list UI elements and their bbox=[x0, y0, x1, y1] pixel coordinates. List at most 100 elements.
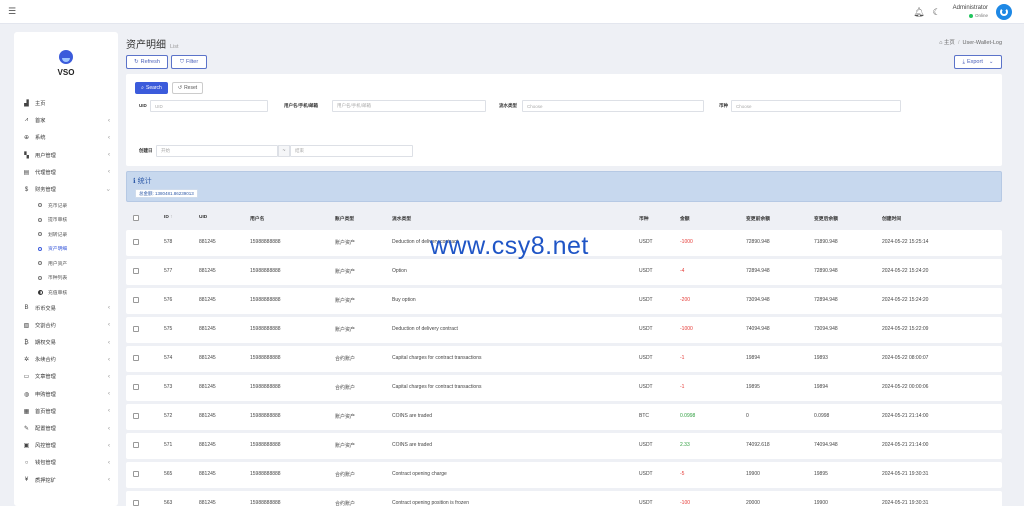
reset-button[interactable]: ↺ Reset bbox=[172, 82, 203, 94]
cell-amount: -1000 bbox=[680, 239, 693, 245]
col-account-type: 账户类型 bbox=[335, 217, 355, 222]
sidebar-item[interactable]: ▤ 代理管理 ‹ bbox=[14, 164, 118, 181]
sidebar-item[interactable]: ○ 钱包管理 ‹ bbox=[14, 454, 118, 471]
type-select[interactable]: Choose bbox=[522, 100, 704, 112]
table-row[interactable]: 575 881245 15988888888 账户资产 Deduction of del… bbox=[126, 317, 1002, 343]
cell-id: 565 bbox=[164, 471, 173, 477]
sidebar-item-label: 申购管理 bbox=[35, 391, 56, 398]
row-checkbox[interactable] bbox=[133, 471, 139, 477]
sidebar-item-label: 财务管理 bbox=[35, 187, 56, 194]
sidebar-subitem-label: 币种列表 bbox=[48, 276, 68, 282]
chevron-icon: ‹ bbox=[108, 373, 110, 380]
sidebar-item[interactable]: ▭ 文章管理 ‹ bbox=[14, 368, 118, 385]
table-row[interactable]: 576 881245 15988888888 账户资产 Buy option USDT -2… bbox=[126, 288, 1002, 314]
sidebar-item-label: 质押挖矿 bbox=[35, 477, 56, 484]
row-checkbox[interactable] bbox=[133, 268, 139, 274]
bars-icon[interactable]: ☰ bbox=[8, 7, 16, 16]
sidebar-item[interactable]: ▚ 用户管理 ‹ bbox=[14, 147, 118, 164]
sidebar-item[interactable]: ◍ 申购管理 ‹ bbox=[14, 386, 118, 403]
user-menu[interactable]: Administrator Online bbox=[953, 5, 988, 19]
row-checkbox[interactable] bbox=[133, 384, 139, 390]
circle-icon bbox=[38, 246, 42, 251]
table-row[interactable]: 563 881245 15988888888 合约账户 Contract opening… bbox=[126, 491, 1002, 506]
cell-created: 2024-05-22 15:22:09 bbox=[882, 326, 929, 332]
logo[interactable]: VSO bbox=[14, 50, 118, 77]
sidebar-item[interactable]: ✲ 永续合约 ‹ bbox=[14, 351, 118, 368]
cell-uid: 881245 bbox=[199, 326, 216, 332]
cell-uid: 881245 bbox=[199, 500, 216, 506]
sidebar-item[interactable]: ¥ 质押挖矿 ‹ bbox=[14, 472, 118, 489]
moon-icon[interactable]: ☾ bbox=[933, 7, 941, 17]
user-input[interactable]: 用户名/手机/邮箱 bbox=[332, 100, 486, 112]
table-icon: ▦ bbox=[23, 408, 30, 415]
export-button[interactable]: ⤓ Export ⌄ bbox=[954, 55, 1002, 69]
sidebar-item[interactable]: ▟ 主页 bbox=[14, 95, 118, 112]
table-row[interactable]: 572 881245 15988888888 账户资产 COINS are traded… bbox=[126, 404, 1002, 430]
row-checkbox[interactable] bbox=[133, 326, 139, 332]
time-end-input[interactable]: 结束 bbox=[290, 145, 413, 157]
chevron-icon: ‹ bbox=[108, 425, 110, 432]
sidebar-item[interactable]: ₿ 期权交易 ‹ bbox=[14, 334, 118, 351]
trend-icon: ⩘ bbox=[24, 117, 29, 124]
cell-id: 574 bbox=[164, 355, 173, 361]
table-row[interactable]: 573 881245 15988888888 合约账户 Capital charges … bbox=[126, 375, 1002, 401]
sidebar-item[interactable]: ✎ 配置管理 ‹ bbox=[14, 420, 118, 437]
uid-input[interactable]: UID bbox=[150, 100, 268, 112]
chevron-icon: ‹ bbox=[108, 169, 110, 176]
cell-before: 74092.618 bbox=[746, 442, 770, 448]
row-checkbox[interactable] bbox=[133, 355, 139, 361]
bell-icon[interactable]: 🔔︎ bbox=[913, 7, 924, 17]
cell-id: 572 bbox=[164, 413, 173, 419]
circle-icon: ○ bbox=[24, 459, 29, 466]
sidebar-subitem[interactable]: 资产明细 bbox=[14, 242, 118, 257]
cell-flow-type: COINS are traded bbox=[392, 442, 433, 448]
refresh-button[interactable]: ↻ Refresh bbox=[126, 55, 168, 69]
sidebar-item-label: 首页管理 bbox=[35, 408, 56, 415]
sidebar-item[interactable]: ▣ 风控管理 ‹ bbox=[14, 437, 118, 454]
sidebar-subitem[interactable]: 充币记录 bbox=[14, 198, 118, 213]
time-start-input[interactable]: 开始 bbox=[156, 145, 278, 157]
row-checkbox[interactable] bbox=[133, 500, 139, 506]
cell-username: 15988888888 bbox=[250, 239, 281, 245]
bitcoin-icon: B bbox=[24, 305, 29, 312]
row-checkbox[interactable] bbox=[133, 239, 139, 245]
sidebar-item[interactable]: ⊕ 系统 ‹ bbox=[14, 129, 118, 146]
sidebar-subitem[interactable]: 币种列表 bbox=[14, 271, 118, 286]
search-panel: ⌕ Search ↺ Reset UID UID 用户名/手机/邮箱 用户名/手机/… bbox=[126, 74, 1002, 166]
table-row[interactable]: 565 881245 15988888888 合约账户 Contract opening… bbox=[126, 462, 1002, 488]
cell-amount: 0.0998 bbox=[680, 413, 696, 419]
cell-id: 577 bbox=[164, 268, 173, 274]
sidebar-item[interactable]: ▦ 首页管理 ‹ bbox=[14, 403, 118, 420]
sidebar-subitem[interactable]: 充值审核 bbox=[14, 285, 118, 300]
user-icon: ▚ bbox=[24, 152, 29, 159]
breadcrumb-separator: / bbox=[957, 40, 960, 46]
sidebar-subitem[interactable]: 划转记录 bbox=[14, 227, 118, 242]
row-checkbox[interactable] bbox=[133, 442, 139, 448]
sidebar-item[interactable]: B 币币交易 ‹ bbox=[14, 300, 118, 317]
sidebar-item[interactable]: $ 财务管理 ‹ bbox=[14, 181, 118, 198]
cell-amount: 2.33 bbox=[680, 442, 690, 448]
coin-select[interactable]: Choose bbox=[731, 100, 901, 112]
select-all-checkbox[interactable] bbox=[133, 215, 139, 221]
keyboard-icon: ▭ bbox=[23, 374, 30, 381]
sidebar-subitem[interactable]: 用户资产 bbox=[14, 256, 118, 271]
sidebar-item[interactable]: ▧ 交割合约 ‹ bbox=[14, 317, 118, 334]
filter-button[interactable]: ⛉ Filter bbox=[171, 55, 207, 69]
row-checkbox[interactable] bbox=[133, 297, 139, 303]
sidebar-subitem-label: 提币审核 bbox=[48, 218, 68, 224]
chevron-icon: ‹ bbox=[108, 477, 110, 484]
cell-amount: -5 bbox=[680, 471, 685, 477]
search-button[interactable]: ⌕ Search bbox=[135, 82, 168, 94]
breadcrumb-home[interactable]: 主页 bbox=[944, 40, 955, 46]
col-id[interactable]: ID ↑ bbox=[164, 215, 173, 220]
table-row[interactable]: 574 881245 15988888888 合约账户 Capital charges … bbox=[126, 346, 1002, 372]
stats-title: ℹ 统计 bbox=[133, 176, 152, 186]
circle-icon bbox=[38, 217, 42, 222]
avatar[interactable] bbox=[996, 4, 1012, 20]
table-row[interactable]: 577 881245 15988888888 账户资产 Option USDT -4 7289… bbox=[126, 259, 1002, 285]
sidebar-item[interactable]: ⩘ 首家 ‹ bbox=[14, 112, 118, 129]
row-checkbox[interactable] bbox=[133, 413, 139, 419]
sidebar-subitem[interactable]: 提币审核 bbox=[14, 213, 118, 228]
table-row[interactable]: 571 881245 15988888888 账户资产 COINS are traded… bbox=[126, 433, 1002, 459]
cell-created: 2024-05-22 00:00:06 bbox=[882, 384, 929, 390]
